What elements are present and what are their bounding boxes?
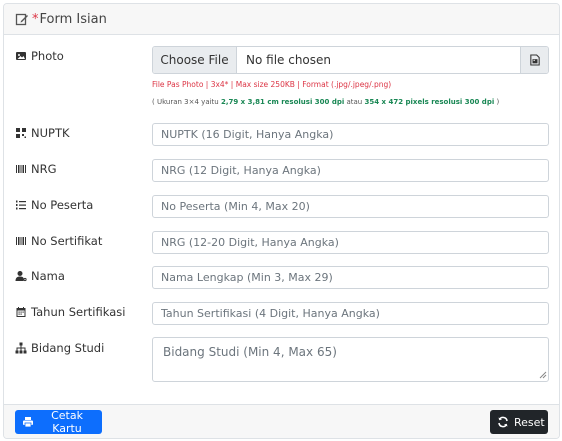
bidang-studi-textarea[interactable]	[152, 337, 549, 382]
user-cog-icon	[15, 270, 27, 282]
sitemap-icon	[15, 342, 27, 354]
barcode-icon	[15, 163, 27, 175]
edit-icon	[15, 12, 29, 26]
photo-format-hint: File Pas Photo | 3x4* | Max size 250KB |…	[152, 80, 392, 89]
image-icon	[15, 50, 27, 62]
card-title: Form Isian	[39, 11, 107, 27]
sync-icon	[497, 416, 509, 428]
no-peserta-label: No Peserta	[15, 198, 93, 212]
file-status: No file chosen	[246, 53, 332, 67]
nuptk-input[interactable]	[152, 123, 549, 146]
card-footer: Cetak Kartu Reset	[4, 404, 559, 438]
nuptk-label-text: NUPTK	[31, 126, 70, 140]
print-card-button[interactable]: Cetak Kartu	[15, 409, 102, 435]
file-image-icon	[529, 51, 540, 70]
photo-file-input[interactable]: Choose File No file chosen	[152, 46, 549, 74]
nama-label: Nama	[15, 269, 65, 283]
no-peserta-input[interactable]	[152, 195, 549, 218]
bidang-studi-label-text: Bidang Studi	[31, 341, 105, 355]
no-sertifikat-label: No Sertifikat	[15, 234, 102, 248]
resize-grip-icon[interactable]	[539, 371, 547, 379]
card-header: * Form Isian	[4, 4, 559, 35]
nrg-label: NRG	[15, 162, 57, 176]
choose-file-button[interactable]: Choose File	[153, 47, 237, 73]
nrg-input[interactable]	[152, 159, 549, 182]
print-icon	[22, 416, 34, 428]
tahun-sertifikasi-label: Tahun Sertifikasi	[15, 305, 125, 319]
bidang-studi-label: Bidang Studi	[15, 341, 104, 355]
no-sertifikat-input[interactable]	[152, 231, 549, 254]
calendar-icon	[15, 306, 27, 318]
no-sertifikat-label-text: No Sertifikat	[31, 234, 103, 248]
qrcode-icon	[15, 127, 27, 139]
file-append-button[interactable]	[520, 47, 548, 73]
barcode-icon	[15, 235, 27, 247]
form-card: * Form Isian Photo Choose File No file c…	[3, 3, 560, 439]
photo-label-text: Photo	[31, 49, 64, 63]
nuptk-label: NUPTK	[15, 126, 70, 140]
photo-size-hint: ( Ukuran 3×4 yaitu 2,79 x 3,81 cm resolu…	[152, 98, 500, 106]
no-peserta-label-text: No Peserta	[31, 198, 94, 212]
tahun-sertifikasi-label-text: Tahun Sertifikasi	[31, 305, 126, 319]
reset-label: Reset	[514, 415, 545, 429]
nama-input[interactable]	[152, 266, 549, 289]
tahun-sertifikasi-input[interactable]	[152, 302, 549, 325]
photo-label: Photo	[15, 49, 64, 63]
reset-button[interactable]: Reset	[490, 410, 548, 434]
list-ol-icon	[15, 199, 27, 211]
nama-label-text: Nama	[31, 269, 65, 283]
nrg-label-text: NRG	[31, 162, 57, 176]
print-card-label: Cetak Kartu	[51, 409, 83, 435]
required-mark: *	[32, 11, 39, 27]
